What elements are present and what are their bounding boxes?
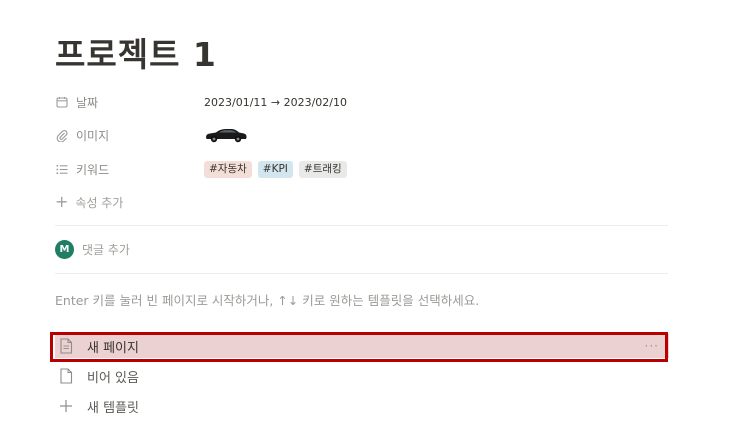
tag-kpi[interactable]: #KPI [257,160,293,178]
keyword-tags[interactable]: #자동차 #KPI #트래킹 [204,160,353,178]
property-image-label: 이미지 [76,128,110,143]
tag-car[interactable]: #자동차 [204,160,252,178]
add-property-label: 속성 추가 [75,195,124,210]
more-options-icon[interactable]: ··· [645,339,659,353]
property-image[interactable]: 이미지 [55,124,675,146]
add-property-button[interactable]: + 속성 추가 [55,192,123,212]
template-new-template[interactable]: 새 템플릿 [55,394,669,418]
property-keywords[interactable]: 키워드 #자동차 #KPI #트래킹 [55,158,675,180]
template-label: 비어 있음 [87,370,139,386]
template-hint: Enter 키를 눌러 빈 페이지로 시작하거나, ↑↓ 키로 원하는 템플릿을… [55,293,480,308]
tag-tracking[interactable]: #트래킹 [298,160,347,178]
property-date-name: 날짜 [55,94,204,111]
plus-icon [59,398,75,414]
template-label: 새 페이지 [87,340,139,356]
template-empty[interactable]: 비어 있음 [55,364,669,388]
document-icon [59,338,75,354]
property-keywords-name: 키워드 [55,161,204,178]
calendar-icon [55,95,69,109]
plus-icon: + [55,192,69,211]
property-date-value[interactable]: 2023/01/11 → 2023/02/10 [204,96,347,109]
car-image[interactable] [204,126,248,144]
comment-placeholder: 댓글 추가 [82,243,130,257]
document-icon [59,368,75,384]
paperclip-icon [55,128,69,142]
template-label: 새 템플릿 [87,400,139,416]
property-image-name: 이미지 [55,127,204,144]
property-date[interactable]: 날짜 2023/01/11 → 2023/02/10 [55,91,675,113]
page-title[interactable]: 프로젝트 1 [55,28,217,76]
divider [55,273,668,274]
comment-input[interactable]: M 댓글 추가 [55,240,130,259]
avatar: M [55,240,74,259]
property-date-label: 날짜 [76,95,99,110]
property-keywords-label: 키워드 [76,162,110,177]
list-icon [55,162,69,176]
template-new-page[interactable]: 새 페이지 ··· [55,334,669,358]
divider [55,225,668,226]
